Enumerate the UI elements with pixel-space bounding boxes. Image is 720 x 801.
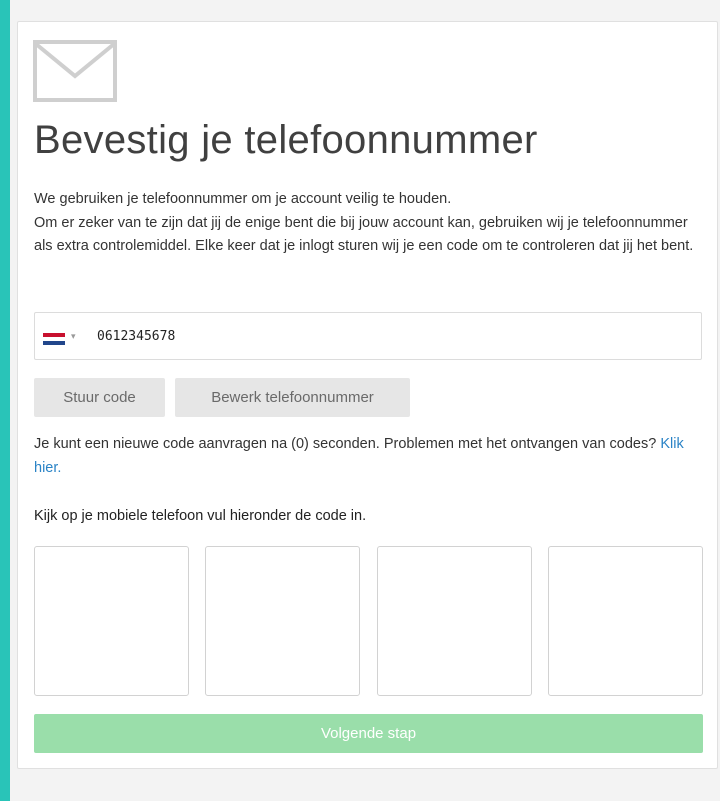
netherlands-flag-icon[interactable] xyxy=(43,333,65,345)
intro-line-1: We gebruiken je telefoonnummer om je acc… xyxy=(34,191,452,207)
edit-phone-button[interactable]: Bewerk telefoonnummer xyxy=(175,378,410,417)
page-title: Bevestig je telefoonnummer xyxy=(34,118,538,162)
code-digit-2[interactable] xyxy=(205,546,360,696)
intro-line-2: Om er zeker van te zijn dat jij de enige… xyxy=(34,214,694,255)
next-step-button[interactable]: Volgende stap xyxy=(34,714,703,753)
code-digit-3[interactable] xyxy=(377,546,532,696)
intro-text: We gebruiken je telefoonnummer om je acc… xyxy=(34,188,704,259)
envelope-icon xyxy=(33,40,117,102)
code-digit-1[interactable] xyxy=(34,546,189,696)
resend-info: Je kunt een nieuwe code aanvragen na (0)… xyxy=(34,432,704,480)
send-code-button[interactable]: Stuur code xyxy=(34,378,165,417)
code-digit-4[interactable] xyxy=(548,546,703,696)
phone-field[interactable]: ▾ xyxy=(34,312,702,360)
code-instruction: Kijk op je mobiele telefoon vul hieronde… xyxy=(34,508,367,524)
resend-info-text: Je kunt een nieuwe code aanvragen na (0)… xyxy=(34,436,657,452)
chevron-down-icon[interactable]: ▾ xyxy=(71,331,76,342)
phone-input[interactable] xyxy=(97,325,657,347)
